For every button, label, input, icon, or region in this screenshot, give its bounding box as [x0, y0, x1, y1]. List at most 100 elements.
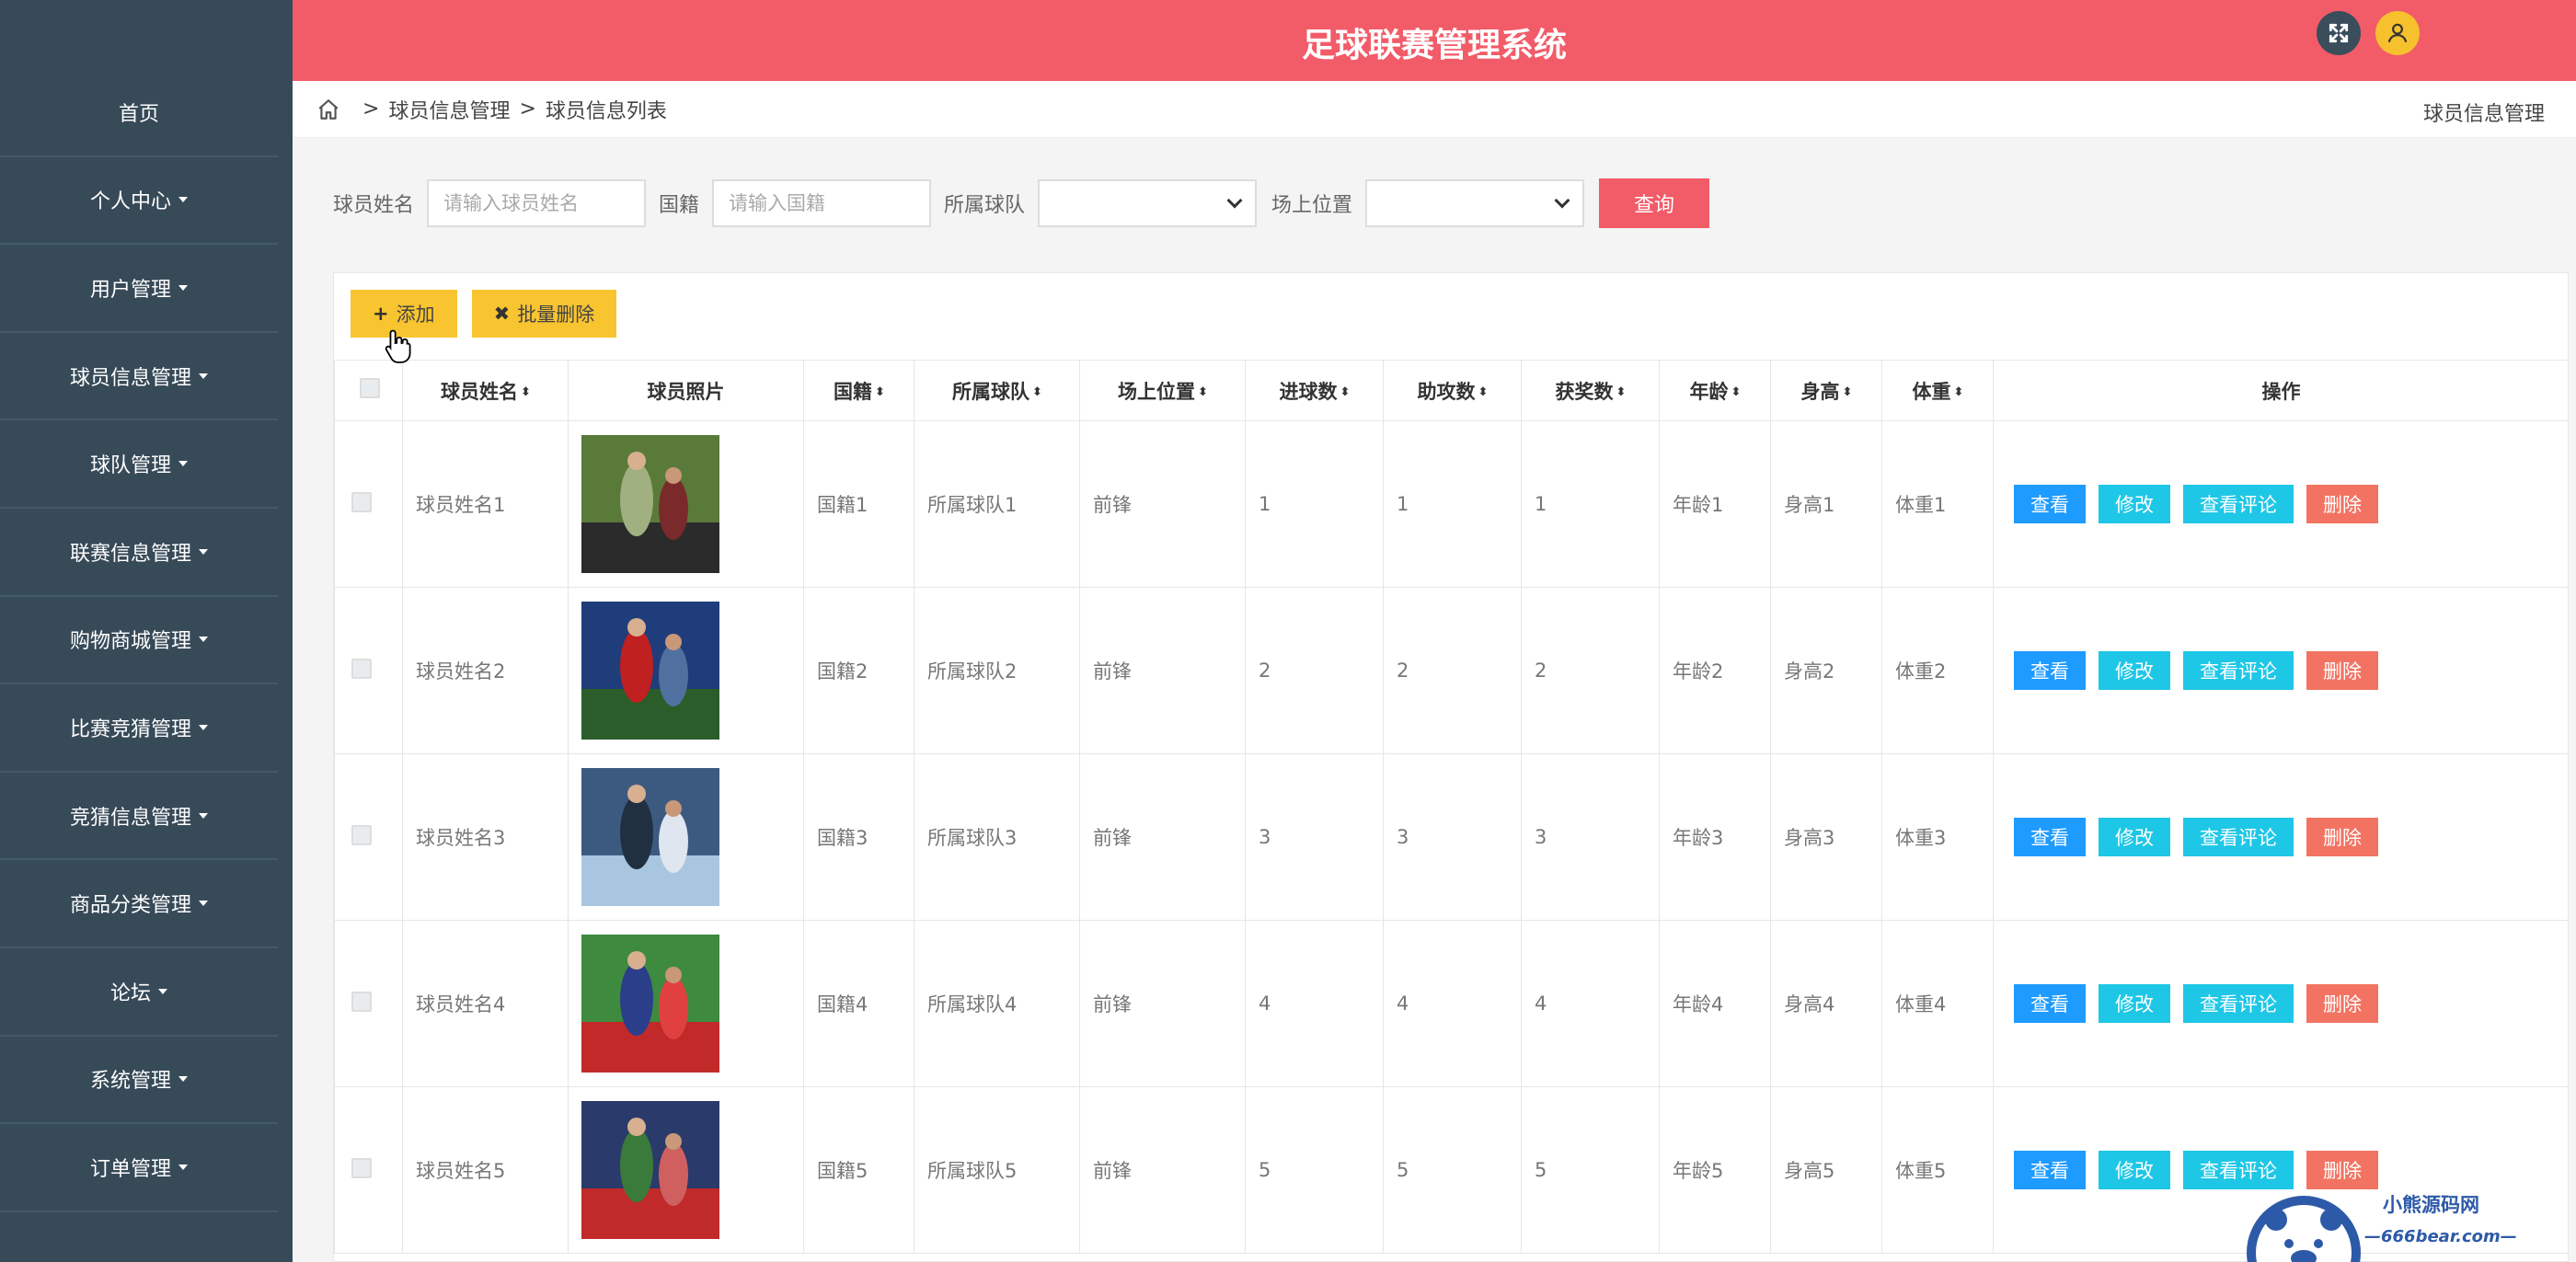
breadcrumb: > 球员信息管理 > 球员信息列表 球员信息管理 — [293, 81, 2576, 138]
sidebar-item-5[interactable]: 联赛信息管理 — [0, 509, 278, 597]
column-header-4[interactable]: 场上位置 ⬍ — [1079, 360, 1246, 421]
cell-nationality: 国籍1 — [803, 420, 914, 588]
sidebar-item-10[interactable]: 论坛 — [0, 948, 278, 1037]
column-header-2[interactable]: 国籍 ⬍ — [803, 360, 914, 421]
top-header: 足球联赛管理系统 — [293, 0, 2576, 81]
sidebar-item-label: 球员信息管理 — [69, 366, 191, 390]
sort-icon[interactable]: ⬍ — [521, 386, 531, 398]
sort-icon[interactable]: ⬍ — [875, 386, 885, 398]
cell-position: 前锋 — [1079, 420, 1246, 588]
player-photo-cell — [568, 420, 804, 588]
sort-icon[interactable]: ⬍ — [1616, 386, 1627, 398]
breadcrumb-separator: > — [519, 98, 536, 120]
player-photo[interactable] — [581, 1101, 719, 1239]
column-header-0[interactable]: 球员姓名 ⬍ — [402, 360, 569, 421]
player-photo[interactable] — [581, 435, 719, 573]
batch-delete-button[interactable]: ✖ 批量删除 — [471, 290, 617, 338]
sort-icon[interactable]: ⬍ — [1954, 386, 1964, 398]
view-comments-button[interactable]: 查看评论 — [2183, 485, 2294, 523]
team-select[interactable] — [1038, 179, 1258, 227]
view-button[interactable]: 查看 — [2014, 818, 2086, 856]
view-button[interactable]: 查看 — [2014, 485, 2086, 523]
breadcrumb-level2: 球员信息列表 — [545, 99, 667, 123]
player-photo-cell — [568, 587, 804, 754]
sidebar-item-8[interactable]: 竞猜信息管理 — [0, 773, 278, 861]
sidebar-item-6[interactable]: 购物商城管理 — [0, 597, 278, 685]
select-all-checkbox[interactable] — [359, 378, 380, 398]
row-select-cell — [334, 420, 403, 588]
sort-icon[interactable]: ⬍ — [1843, 386, 1853, 398]
view-comments-button[interactable]: 查看评论 — [2183, 651, 2294, 690]
view-comments-button[interactable]: 查看评论 — [2183, 818, 2294, 856]
fullscreen-button[interactable] — [2317, 11, 2361, 55]
cell-goals: 2 — [1245, 587, 1384, 754]
column-header-3[interactable]: 所属球队 ⬍ — [914, 360, 1080, 421]
edit-button[interactable]: 修改 — [2099, 818, 2170, 856]
sidebar-item-7[interactable]: 比赛竞猜管理 — [0, 684, 278, 773]
hand-cursor-icon — [385, 329, 411, 363]
sort-icon[interactable]: ⬍ — [1032, 386, 1042, 398]
sidebar-item-4[interactable]: 球队管理 — [0, 420, 278, 509]
cell-assists: 1 — [1383, 420, 1522, 588]
column-header-6[interactable]: 助攻数 ⬍ — [1383, 360, 1522, 421]
sidebar-item-label: 竞猜信息管理 — [69, 806, 191, 830]
column-header-9[interactable]: 身高 ⬍ — [1770, 360, 1882, 421]
column-header-5[interactable]: 进球数 ⬍ — [1245, 360, 1384, 421]
app-title: 足球联赛管理系统 — [1301, 27, 1567, 64]
view-comments-button[interactable]: 查看评论 — [2183, 984, 2294, 1023]
delete-button[interactable]: 删除 — [2306, 984, 2378, 1023]
cell-weight: 体重1 — [1881, 420, 1994, 588]
nationality-input[interactable] — [712, 179, 932, 227]
user-avatar-button[interactable] — [2375, 11, 2420, 55]
cell-goals: 1 — [1245, 420, 1384, 588]
sort-icon[interactable]: ⬍ — [1478, 386, 1489, 398]
column-header-7[interactable]: 获奖数 ⬍ — [1521, 360, 1660, 421]
sidebar-item-2[interactable]: 用户管理 — [0, 245, 278, 333]
sort-icon[interactable]: ⬍ — [1340, 386, 1351, 398]
breadcrumb-level1[interactable]: 球员信息管理 — [388, 95, 510, 124]
sidebar-item-1[interactable]: 个人中心 — [0, 157, 278, 246]
cell-nationality: 国籍3 — [803, 753, 914, 921]
cell-position: 前锋 — [1079, 1086, 1246, 1254]
view-button[interactable]: 查看 — [2014, 1151, 2086, 1189]
row-actions: 查看 修改 查看评论 删除 — [2014, 485, 2568, 523]
position-select[interactable] — [1365, 179, 1585, 227]
home-icon[interactable] — [316, 98, 340, 121]
player-photo[interactable] — [581, 768, 719, 906]
row-checkbox[interactable] — [351, 491, 372, 512]
sidebar-item-0[interactable]: 首页 — [0, 69, 278, 157]
delete-button[interactable]: 删除 — [2306, 651, 2378, 690]
player-photo[interactable] — [581, 602, 719, 740]
player-name-input[interactable] — [427, 179, 647, 227]
edit-button[interactable]: 修改 — [2099, 1151, 2170, 1189]
search-button[interactable]: 查询 — [1599, 178, 1710, 228]
edit-button[interactable]: 修改 — [2099, 984, 2170, 1023]
row-checkbox[interactable] — [351, 1157, 372, 1178]
sidebar-item-12[interactable]: 订单管理 — [0, 1124, 278, 1212]
column-header-8[interactable]: 年龄 ⬍ — [1659, 360, 1771, 421]
sort-icon[interactable]: ⬍ — [1198, 386, 1208, 398]
row-checkbox[interactable] — [351, 658, 372, 679]
row-checkbox[interactable] — [351, 991, 372, 1012]
column-header-10[interactable]: 体重 ⬍ — [1881, 360, 1994, 421]
cell-age: 年龄5 — [1659, 1086, 1771, 1254]
column-header-label: 操作 — [2261, 380, 2301, 403]
column-header-label: 球员照片 — [647, 380, 725, 403]
player-photo[interactable] — [581, 935, 719, 1073]
delete-button[interactable]: 删除 — [2306, 485, 2378, 523]
sidebar-item-9[interactable]: 商品分类管理 — [0, 860, 278, 948]
edit-button[interactable]: 修改 — [2099, 485, 2170, 523]
row-checkbox[interactable] — [351, 824, 372, 845]
table-row: 球员姓名3 国籍3 所属球队3 前锋 3 3 3 年龄3 身高3 体重3 查看 修改 查看评论 删除 — [334, 753, 2568, 921]
sidebar-item-11[interactable]: 系统管理 — [0, 1037, 278, 1125]
caret-down-icon — [178, 284, 188, 291]
edit-button[interactable]: 修改 — [2099, 651, 2170, 690]
add-button-label: 添加 — [396, 304, 435, 326]
sort-icon[interactable]: ⬍ — [1731, 386, 1742, 398]
watermark-brand: 小熊源码网 — [2383, 1193, 2479, 1216]
delete-button[interactable]: 删除 — [2306, 818, 2378, 856]
view-button[interactable]: 查看 — [2014, 984, 2086, 1023]
sidebar-item-3[interactable]: 球员信息管理 — [0, 333, 278, 421]
sidebar-item-label: 球队管理 — [89, 454, 171, 478]
view-button[interactable]: 查看 — [2014, 651, 2086, 690]
